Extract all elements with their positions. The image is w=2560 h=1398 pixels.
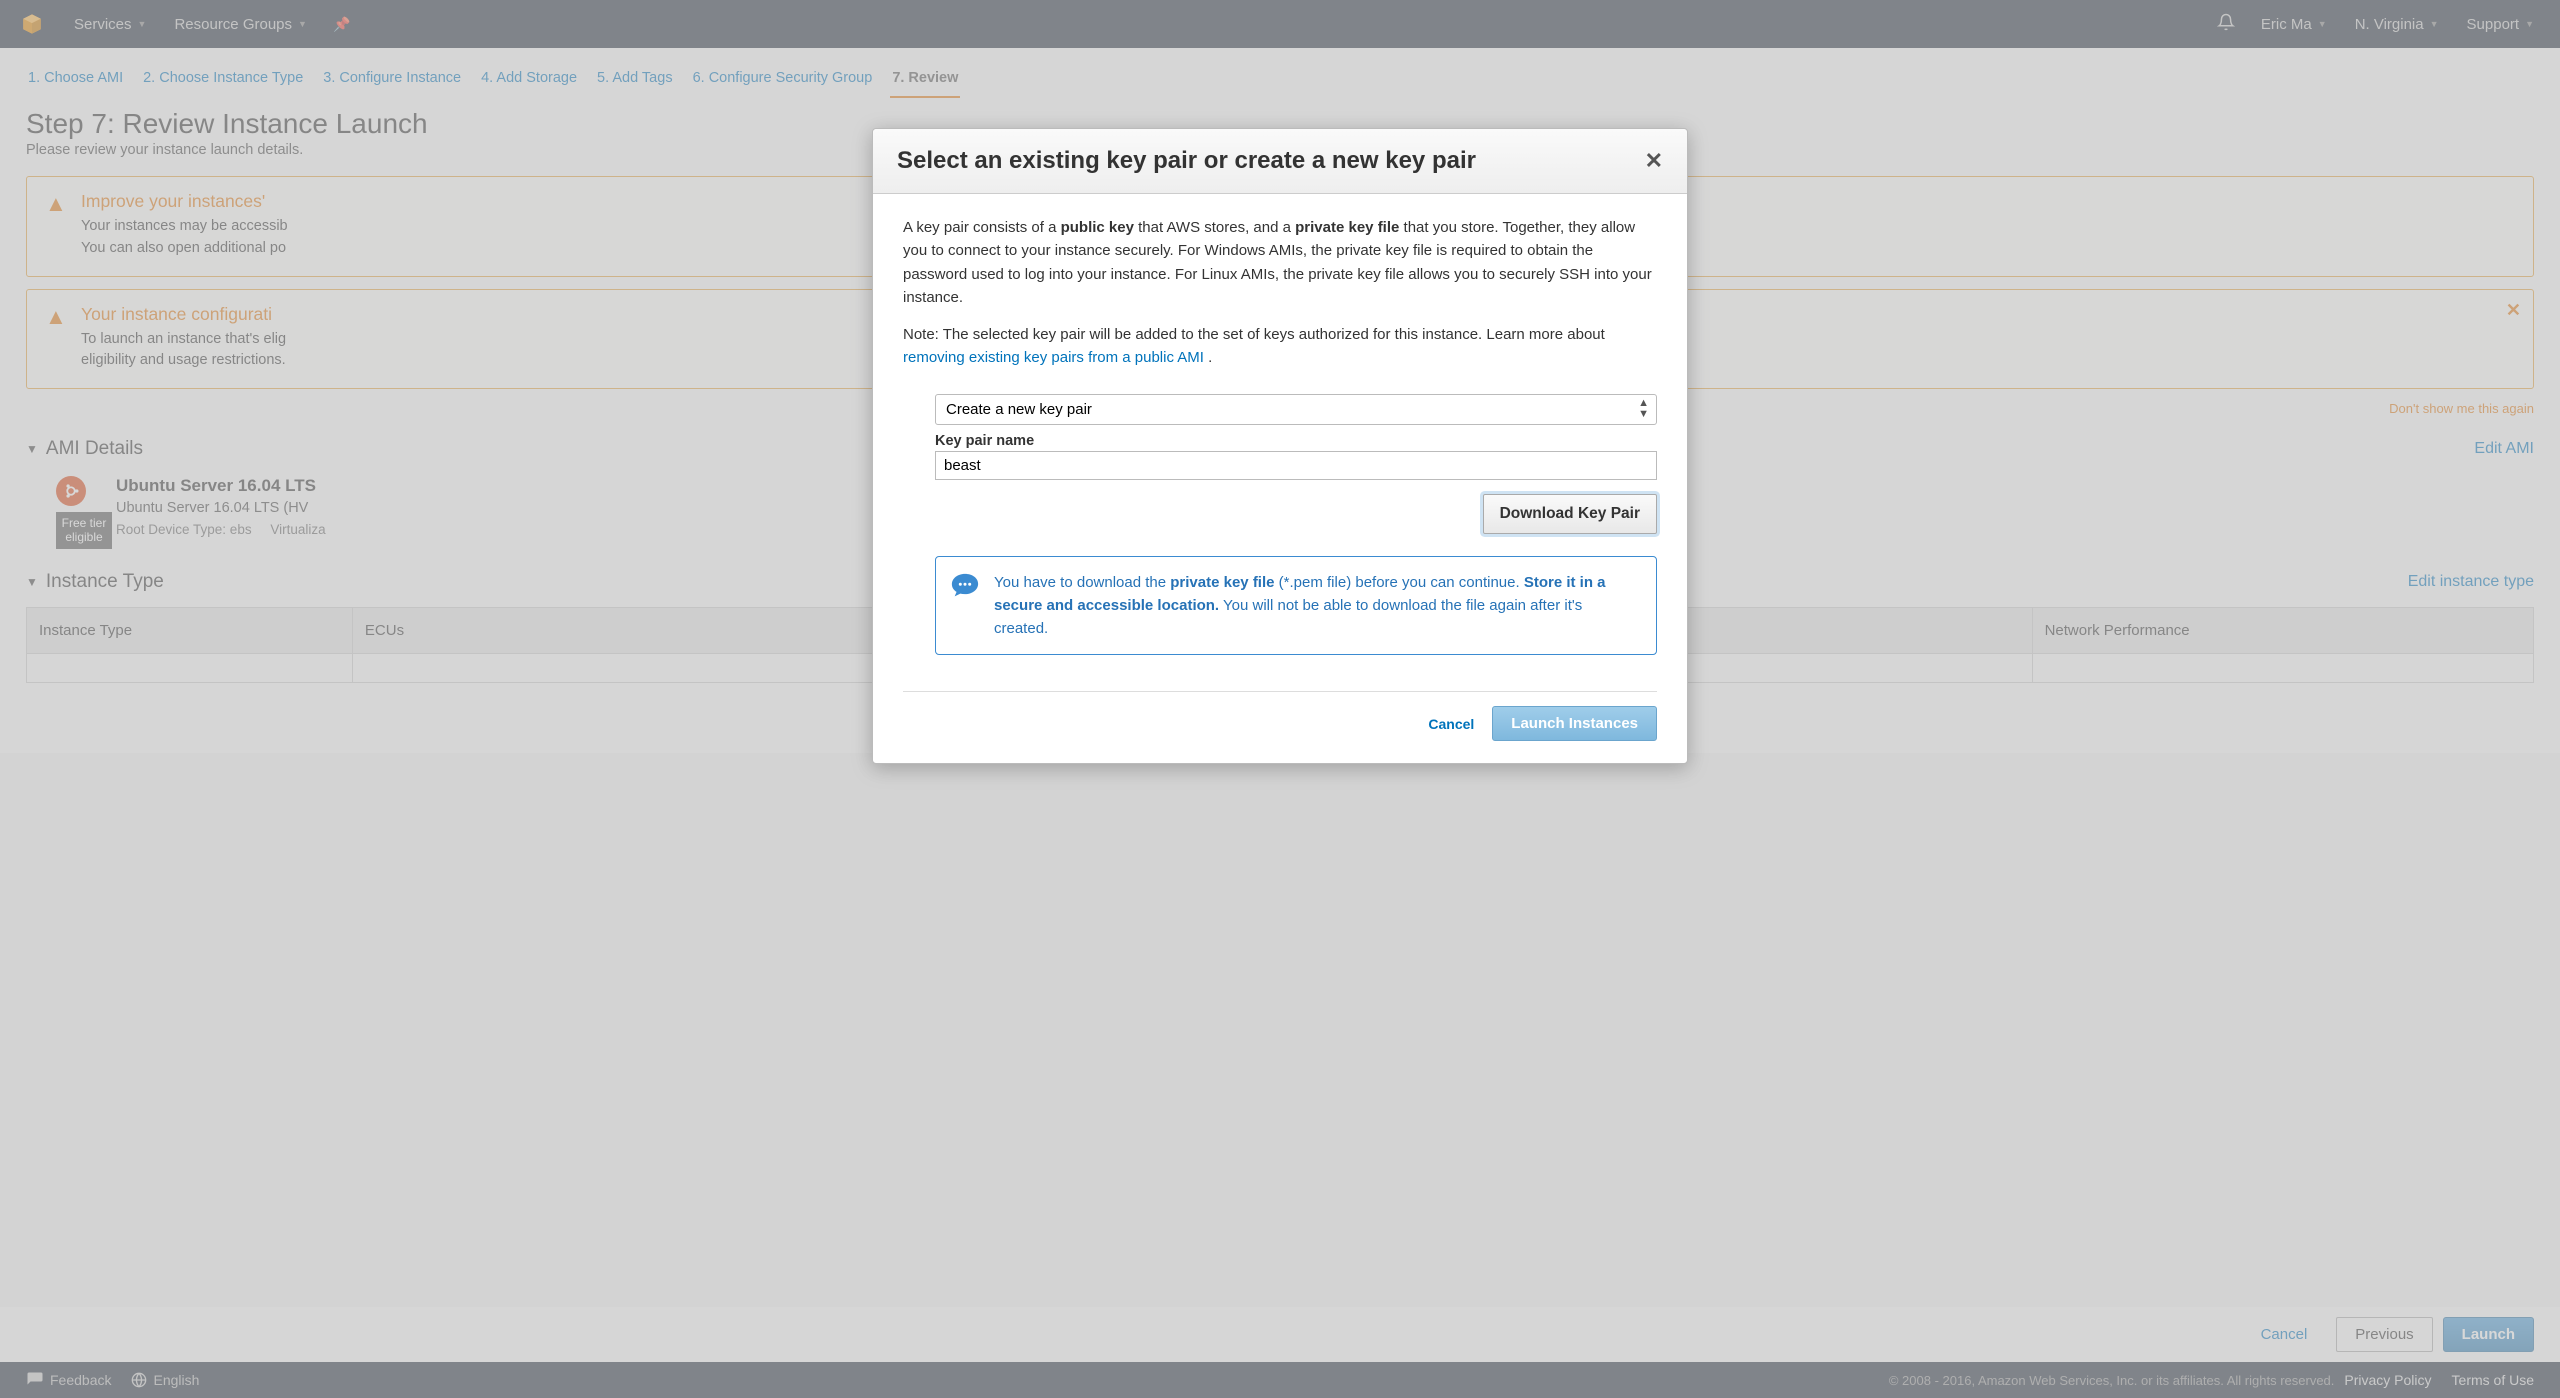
- key-pair-modal: Select an existing key pair or create a …: [872, 128, 1688, 764]
- modal-title: Select an existing key pair or create a …: [897, 147, 1645, 175]
- modal-footer: Cancel Launch Instances: [873, 692, 1687, 763]
- launch-instances-button[interactable]: Launch Instances: [1492, 706, 1657, 741]
- modal-overlay: Select an existing key pair or create a …: [0, 0, 2560, 1398]
- removing-key-pairs-link[interactable]: removing existing key pairs from a publi…: [903, 349, 1204, 366]
- download-warning-box: You have to download the private key fil…: [935, 556, 1657, 656]
- key-pair-name-input[interactable]: [935, 451, 1657, 480]
- modal-body: A key pair consists of a public key that…: [873, 194, 1687, 394]
- key-pair-name-label: Key pair name: [935, 433, 1657, 449]
- modal-header: Select an existing key pair or create a …: [873, 129, 1687, 194]
- modal-cancel-button[interactable]: Cancel: [1428, 716, 1474, 732]
- modal-form: Create a new key pair ▲▼ Key pair name D…: [873, 394, 1687, 674]
- download-key-pair-button[interactable]: Download Key Pair: [1483, 494, 1657, 534]
- speech-bubble-icon: [950, 572, 980, 598]
- key-pair-mode-select[interactable]: Create a new key pair: [935, 394, 1657, 425]
- modal-close-icon[interactable]: ✕: [1645, 148, 1663, 174]
